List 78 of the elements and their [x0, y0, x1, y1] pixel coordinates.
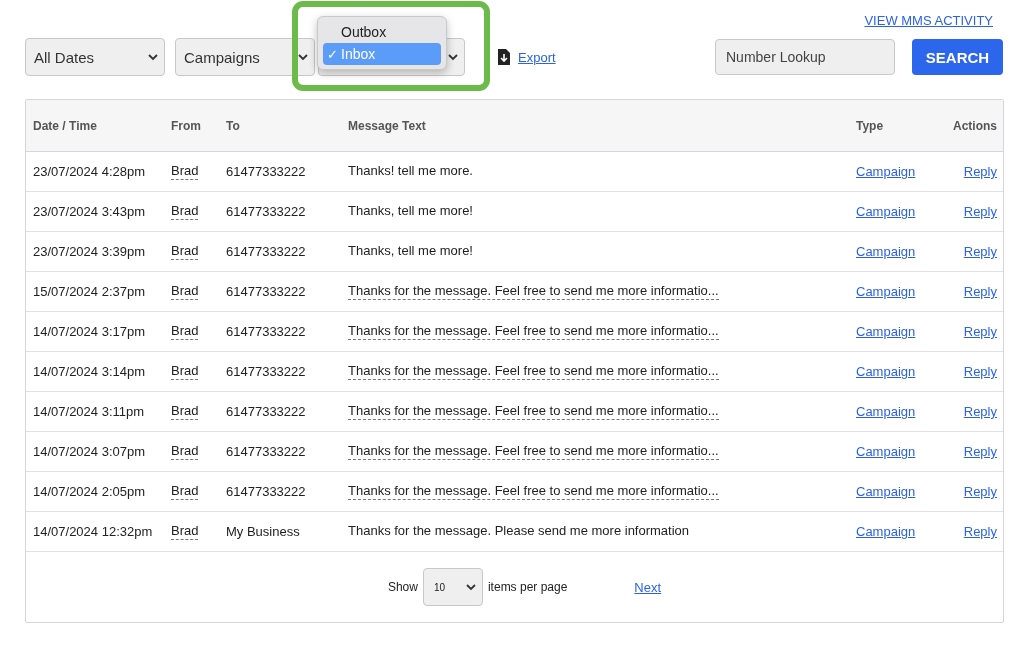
recipient-cell: 61477333222 [226, 364, 306, 379]
message-text: Thanks! tell me more. [348, 163, 473, 180]
type-link[interactable]: Campaign [856, 244, 916, 259]
reply-link[interactable]: Reply [963, 364, 997, 379]
date-cell: 23/07/2024 3:43pm [33, 204, 146, 219]
show-label: Show [387, 580, 418, 594]
reply-link[interactable]: Reply [963, 324, 997, 339]
sender-name[interactable]: Brad [171, 283, 199, 300]
recipient-cell: 61477333222 [226, 444, 306, 459]
type-link[interactable]: Campaign [856, 204, 916, 219]
page-size-select[interactable]: 10 [422, 568, 483, 606]
recipient-cell: 61477333222 [226, 164, 306, 179]
message-text: Thanks for the message. Feel free to send me more informatio... [348, 483, 719, 500]
message-text: Thanks for the message. Feel free to send me more informatio... [348, 283, 719, 300]
sender-name[interactable]: Brad [171, 403, 199, 420]
date-cell: 14/07/2024 12:32pm [33, 524, 153, 539]
message-text: Thanks for the message. Feel free to send me more informatio... [348, 363, 719, 380]
menu-option[interactable]: ✓ Inbox [323, 43, 441, 65]
next-link[interactable]: Next [634, 579, 662, 595]
search-button[interactable]: SEARCH [912, 39, 1003, 75]
export-link[interactable]: Export [518, 49, 556, 65]
message-text: Thanks for the message. Feel free to send me more informatio... [348, 443, 719, 460]
number-lookup-field[interactable]: Number Lookup [715, 39, 895, 75]
message-text: Thanks for the message. Please send me more information [348, 523, 690, 540]
column-header: Actions [953, 118, 997, 133]
message-text: Thanks, tell me more! [348, 203, 473, 220]
date-cell: 14/07/2024 3:11pm [33, 404, 145, 419]
sender-name[interactable]: Brad [171, 523, 199, 540]
recipient-cell: 61477333222 [226, 244, 306, 259]
type-link[interactable]: Campaign [856, 484, 916, 499]
message-text: Thanks for the message. Feel free to send me more informatio... [348, 403, 719, 420]
reply-link[interactable]: Reply [963, 484, 997, 499]
reply-link[interactable]: Reply [963, 164, 997, 179]
sender-name[interactable]: Brad [171, 483, 199, 500]
date-cell: 23/07/2024 4:28pm [33, 164, 146, 179]
type-link[interactable]: Campaign [856, 404, 916, 419]
reply-link[interactable]: Reply [963, 244, 997, 259]
date-cell: 23/07/2024 3:39pm [33, 244, 146, 259]
reply-link[interactable]: Reply [963, 284, 997, 299]
recipient-cell: 61477333222 [226, 204, 306, 219]
sender-name[interactable]: Brad [171, 323, 199, 340]
sender-name[interactable]: Brad [171, 243, 199, 260]
reply-link[interactable]: Reply [963, 444, 997, 459]
column-header: To [226, 118, 240, 133]
type-link[interactable]: Campaign [856, 444, 916, 459]
type-link[interactable]: Campaign [856, 164, 916, 179]
column-header: From [171, 118, 201, 133]
date-cell: 14/07/2024 3:17pm [33, 324, 146, 339]
type-link[interactable]: Campaign [856, 524, 916, 539]
per-page-label: items per page [487, 580, 568, 594]
menu-option[interactable]: Outbox [323, 21, 441, 43]
type-link[interactable]: Campaign [856, 364, 916, 379]
reply-link[interactable]: Reply [963, 404, 997, 419]
message-text: Thanks, tell me more! [348, 243, 473, 260]
filter-select[interactable]: All Dates [25, 38, 165, 76]
type-link[interactable]: Campaign [856, 324, 916, 339]
message-text: Thanks for the message. Feel free to send me more informatio... [348, 323, 719, 340]
column-header: Type [856, 118, 884, 133]
column-header: Date / Time [33, 118, 97, 133]
date-cell: 14/07/2024 3:14pm [33, 364, 146, 379]
sender-name[interactable]: Brad [171, 363, 199, 380]
sender-name[interactable]: Brad [171, 443, 199, 460]
date-cell: 14/07/2024 3:07pm [33, 444, 146, 459]
sender-name[interactable]: Brad [171, 203, 199, 220]
view-mms-activity-link[interactable]: VIEW MMS ACTIVITY [864, 13, 993, 32]
recipient-cell: My Business [226, 524, 300, 539]
recipient-cell: 61477333222 [226, 404, 306, 419]
recipient-cell: 61477333222 [226, 284, 306, 299]
recipient-cell: 61477333222 [226, 484, 306, 499]
reply-link[interactable]: Reply [963, 524, 997, 539]
recipient-cell: 61477333222 [226, 324, 306, 339]
date-cell: 14/07/2024 2:05pm [33, 484, 146, 499]
date-cell: 15/07/2024 2:37pm [33, 284, 146, 299]
type-link[interactable]: Campaign [856, 284, 916, 299]
sender-name[interactable]: Brad [171, 163, 199, 180]
reply-link[interactable]: Reply [963, 204, 997, 219]
filter-select[interactable]: Campaigns [175, 38, 315, 76]
column-header: Message Text [348, 118, 426, 133]
